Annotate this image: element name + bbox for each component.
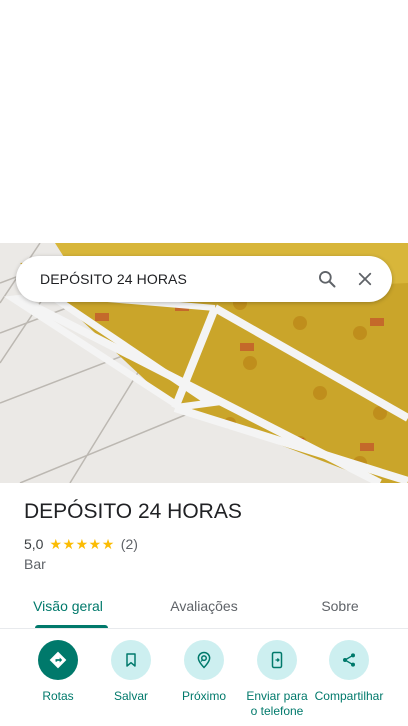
tab-about[interactable]: Sobre: [272, 584, 408, 628]
rating-stars: ★ ★ ★ ★ ★: [49, 537, 114, 551]
star-icon: ★: [62, 536, 76, 552]
star-icon: ★: [88, 536, 102, 552]
tab-overview[interactable]: Visão geral: [0, 584, 136, 628]
star-icon: ★: [101, 536, 115, 552]
directions-icon: [38, 640, 78, 680]
place-title: DEPÓSITO 24 HORAS: [24, 500, 242, 523]
search-icon[interactable]: [314, 266, 340, 292]
share-label: Compartilhar: [314, 689, 384, 703]
save-button[interactable]: Salvar: [91, 640, 171, 704]
review-count[interactable]: (2): [121, 536, 138, 552]
send-to-phone-button[interactable]: Enviar para o telefone: [237, 640, 317, 719]
tab-reviews[interactable]: Avaliações: [136, 584, 272, 628]
nearby-label: Próximo: [181, 689, 226, 703]
directions-button[interactable]: Rotas: [18, 640, 98, 704]
search-bar[interactable]: DEPÓSITO 24 HORAS: [16, 256, 392, 302]
nearby-icon: [184, 640, 224, 680]
rating-value: 5,0: [24, 536, 44, 552]
share-button[interactable]: Compartilhar: [309, 640, 389, 704]
share-icon: [329, 640, 369, 680]
place-category: Bar: [24, 556, 46, 572]
place-tabs: Visão geral Avaliações Sobre: [0, 584, 408, 629]
search-query[interactable]: DEPÓSITO 24 HORAS: [40, 271, 314, 287]
rating-row[interactable]: 5,0 ★ ★ ★ ★ ★ (2): [24, 536, 138, 552]
send-to-phone-icon: [257, 640, 297, 680]
save-label: Salvar: [113, 689, 148, 703]
star-icon: ★: [49, 536, 63, 552]
close-icon[interactable]: [352, 266, 378, 292]
star-icon: ★: [75, 536, 89, 552]
bookmark-icon: [111, 640, 151, 680]
nearby-button[interactable]: Próximo: [164, 640, 244, 704]
directions-label: Rotas: [42, 689, 74, 703]
send-to-phone-label: Enviar para o telefone: [246, 689, 308, 718]
action-bar: Rotas Salvar Próximo Enviar para o telef…: [0, 640, 408, 726]
